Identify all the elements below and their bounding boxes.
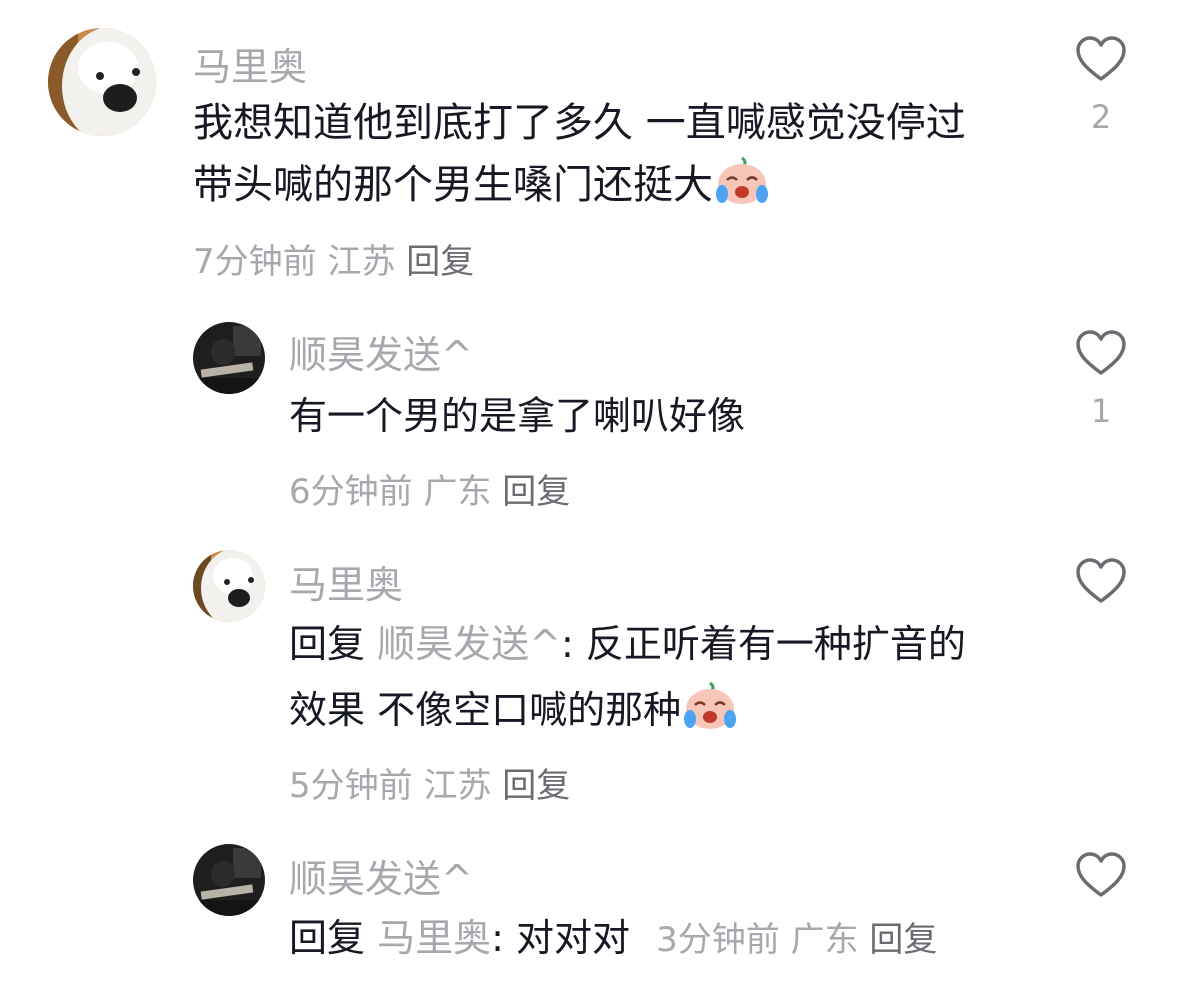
reply-prefix: 回复 — [289, 622, 366, 666]
heart-outline-icon — [1076, 558, 1126, 603]
reply-text: 效果 不像空口喊的那种 — [289, 688, 682, 732]
samoyed-avatar-image — [48, 28, 156, 136]
reply-username[interactable]: 顺昊发送^ — [289, 848, 473, 903]
like-button[interactable]: 1 — [1071, 328, 1131, 430]
reply-text-line: 回复 马里奥: 对对对 3分钟前 广东 回复 — [289, 908, 937, 970]
like-count: 1 — [1090, 392, 1112, 430]
heart-outline-icon — [1076, 36, 1126, 81]
reply-location: 广东 — [790, 920, 859, 960]
reply-button[interactable]: 回复 — [869, 920, 937, 960]
reply-button[interactable]: 回复 — [502, 766, 570, 806]
comment-username[interactable]: 马里奥 — [193, 36, 307, 91]
heart-outline-icon — [1076, 852, 1126, 897]
comment-text-line: 带头喊的那个男生嗓门还挺大 — [193, 154, 769, 224]
reply-meta: 6分钟前 广东 回复 — [289, 464, 570, 513]
reply-text: : 对对对 — [491, 916, 631, 960]
comment-text-line: 我想知道他到底打了多久 一直喊感觉没停过 — [193, 100, 966, 146]
dark-photo-avatar-image — [193, 844, 265, 916]
reply-location: 江苏 — [423, 766, 492, 806]
dark-photo-avatar-image — [193, 322, 265, 394]
comment-time: 7分钟前 — [193, 242, 317, 282]
reply-meta: 5分钟前 江苏 回复 — [289, 758, 570, 807]
comment-text: 带头喊的那个男生嗓门还挺大 — [193, 162, 713, 208]
like-button[interactable] — [1071, 556, 1131, 606]
avatar[interactable] — [193, 550, 265, 622]
avatar[interactable] — [193, 844, 265, 916]
avatar[interactable] — [193, 322, 265, 394]
laugh-cry-emoji — [715, 156, 769, 224]
reply-text: : 反正听着有一种扩音的 — [560, 622, 966, 666]
comment-meta: 7分钟前 江苏 回复 — [193, 234, 474, 283]
laugh-cry-emoji — [683, 681, 737, 748]
reply-text: 有一个男的是拿了喇叭好像 — [289, 394, 746, 438]
reply-to-username[interactable]: 马里奥 — [377, 916, 491, 960]
reply-username[interactable]: 马里奥 — [289, 554, 403, 609]
reply-time: 6分钟前 — [289, 472, 413, 512]
comment-location: 江苏 — [327, 242, 396, 282]
avatar[interactable] — [48, 28, 156, 136]
reply-button[interactable]: 回复 — [502, 472, 570, 512]
like-button[interactable]: 2 — [1071, 34, 1131, 136]
like-button[interactable] — [1071, 850, 1131, 900]
reply-text-line: 回复 顺昊发送^: 反正听着有一种扩音的 — [289, 614, 966, 674]
reply-time: 3分钟前 — [656, 920, 780, 960]
reply-text-line: 效果 不像空口喊的那种 — [289, 680, 737, 748]
samoyed-avatar-image — [193, 550, 265, 622]
reply-button[interactable]: 回复 — [406, 242, 474, 282]
reply-prefix: 回复 — [289, 916, 366, 960]
heart-outline-icon — [1076, 330, 1126, 375]
reply-to-username[interactable]: 顺昊发送^ — [377, 622, 561, 666]
reply-username[interactable]: 顺昊发送^ — [289, 324, 473, 379]
reply-time: 5分钟前 — [289, 766, 413, 806]
reply-meta: 3分钟前 广东 回复 — [656, 920, 937, 960]
reply-location: 广东 — [423, 472, 492, 512]
like-count: 2 — [1090, 98, 1112, 136]
